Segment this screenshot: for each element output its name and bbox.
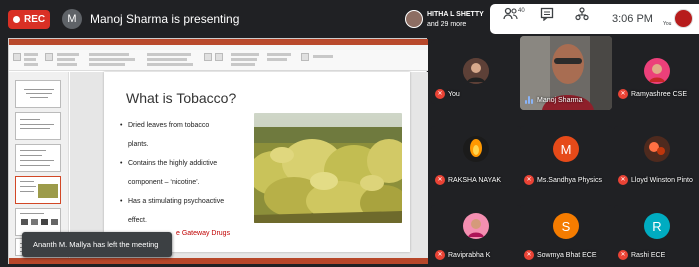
- participant-tile[interactable]: ✕ RAKSHA NAYAK: [431, 126, 521, 190]
- ribbon-control: [89, 63, 125, 66]
- activities-icon[interactable]: [575, 7, 589, 24]
- mic-off-icon: ✕: [618, 89, 628, 99]
- avatar: [463, 213, 489, 239]
- participant-name: Ms.Sandhya Physics: [537, 177, 602, 184]
- ribbon-control: [231, 53, 259, 56]
- bullet-icon: •: [120, 122, 123, 129]
- ribbon-control: [231, 63, 255, 66]
- participant-tile[interactable]: ✕ Raviprabha K: [431, 205, 521, 265]
- host-name: HITHA L SHETTY: [427, 11, 484, 18]
- participant-name: Ramyashree CSE: [631, 91, 688, 98]
- participant-tile[interactable]: ✕ Ramyashree CSE: [614, 40, 699, 104]
- ribbon-control: [57, 58, 75, 61]
- ribbon-control: [147, 53, 191, 56]
- mic-off-icon: ✕: [524, 250, 534, 260]
- ribbon-control: [24, 63, 38, 66]
- paste-icon: [13, 53, 21, 61]
- avatar[interactable]: [674, 9, 693, 28]
- ppt-status-bar: [9, 258, 428, 264]
- presenting-text: Manoj Sharma is presenting: [90, 12, 240, 26]
- avatar: S: [553, 213, 579, 239]
- mic-off-icon: ✕: [435, 250, 445, 260]
- bullet-text: component – ‘nicotine’.: [128, 179, 200, 186]
- bullet-icon: •: [120, 198, 123, 205]
- participant-name: RAKSHA NAYAK: [448, 177, 502, 184]
- slide-thumbnail-selected[interactable]: [15, 176, 61, 204]
- participant-name: Rashi ECE: [631, 252, 666, 259]
- participant-tile[interactable]: ✕ You: [431, 40, 521, 104]
- participant-tile[interactable]: R ✕ Rashi ECE: [614, 205, 699, 265]
- mic-off-icon: ✕: [524, 175, 534, 185]
- participant-name: Lloyd Winston Pinto: [631, 177, 693, 184]
- you-label: You: [663, 21, 672, 27]
- bullet-text: plants.: [128, 141, 149, 148]
- ribbon-control: [313, 55, 333, 58]
- chat-icon[interactable]: [540, 7, 554, 24]
- participant-tile[interactable]: ✕ Lloyd Winston Pinto: [614, 126, 699, 190]
- mic-off-icon: ✕: [435, 89, 445, 99]
- slide-thumbnail[interactable]: [15, 112, 61, 140]
- mic-off-icon: ✕: [435, 175, 445, 185]
- participant-name: Sowmya Bhat ECE: [537, 252, 597, 259]
- avatar: [405, 10, 423, 28]
- participant-tile-active[interactable]: Manoj Sharma: [520, 36, 612, 110]
- participant-name: You: [448, 91, 460, 98]
- clock: 3:06 PM: [612, 13, 653, 25]
- more-participants: and 29 more: [427, 21, 467, 28]
- bullet-text: effect.: [128, 217, 147, 224]
- slide-red-text: e Gateway Drugs: [176, 230, 231, 237]
- people-count: 40: [518, 8, 525, 14]
- meet-window: REC M Manoj Sharma is presenting HITHA L…: [0, 0, 699, 267]
- avatar: [644, 58, 670, 84]
- record-dot-icon: [13, 16, 20, 23]
- bullet-text: Has a stimulating psychoactive: [128, 198, 225, 205]
- designer-icon: [301, 53, 309, 61]
- slide-thumbnails: [9, 72, 69, 258]
- current-slide: What is Tobacco? • Dried leaves from tob…: [104, 72, 410, 252]
- avatar: [463, 58, 489, 84]
- speaking-indicator-icon: [525, 96, 533, 104]
- avatar: [644, 136, 670, 162]
- mic-off-icon: ✕: [618, 175, 628, 185]
- participant-name: Raviprabha K: [448, 252, 491, 259]
- ribbon-control: [231, 58, 257, 61]
- ribbon-control: [267, 53, 291, 56]
- new-slide-icon: [45, 53, 53, 61]
- toast-text: Ananth M. Mallya has left the meeting: [33, 240, 159, 249]
- ribbon-control: [267, 58, 287, 61]
- ribbon-control: [89, 58, 135, 61]
- bullet-icon: •: [120, 160, 123, 167]
- shapes-icon: [204, 53, 212, 61]
- tobacco-plants-image: [254, 113, 402, 223]
- slide-canvas: What is Tobacco? • Dried leaves from tob…: [70, 72, 428, 258]
- notification-toast: Ananth M. Mallya has left the meeting: [22, 232, 172, 257]
- ribbon-control: [24, 53, 38, 56]
- ribbon-control: [147, 58, 187, 61]
- slide-title: What is Tobacco?: [126, 90, 237, 106]
- shared-screen: What is Tobacco? • Dried leaves from tob…: [8, 38, 428, 264]
- recording-badge: REC: [8, 10, 50, 29]
- ribbon-control: [147, 63, 193, 66]
- avatar: [463, 136, 489, 162]
- participant-tile[interactable]: M ✕ Ms.Sandhya Physics: [520, 126, 612, 190]
- ribbon-control: [57, 63, 77, 66]
- participant-tile[interactable]: S ✕ Sowmya Bhat ECE: [520, 205, 612, 265]
- ppt-ribbon: [9, 50, 428, 71]
- participant-name: Manoj Sharma: [537, 97, 583, 104]
- ribbon-control: [57, 53, 79, 56]
- participants-summary[interactable]: HITHA L SHETTY and 29 more: [405, 7, 490, 33]
- slide-thumbnail[interactable]: [15, 144, 61, 172]
- presenter-avatar: M: [62, 9, 82, 29]
- bullet-text: Contains the highly addictive: [128, 160, 218, 167]
- slide-thumbnail[interactable]: [15, 80, 61, 108]
- ribbon-control: [89, 53, 129, 56]
- rec-label: REC: [24, 14, 46, 25]
- arrange-icon: [215, 53, 223, 61]
- mic-off-icon: ✕: [618, 250, 628, 260]
- ribbon-control: [24, 58, 36, 61]
- avatar: R: [644, 213, 670, 239]
- people-icon[interactable]: [503, 7, 519, 24]
- avatar: M: [553, 136, 579, 162]
- bullet-text: Dried leaves from tobacco: [128, 122, 210, 129]
